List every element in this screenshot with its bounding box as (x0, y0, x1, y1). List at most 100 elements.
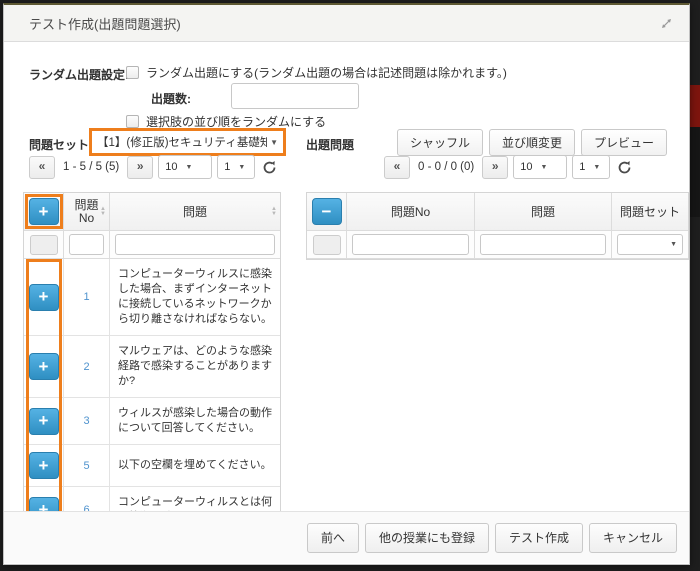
source-page-size-select[interactable]: 10 ▼ (158, 155, 212, 179)
dialog-footer: 前へ 他の授業にも登録 テスト作成 キャンセル (4, 511, 689, 563)
question-set-selected-value: 【1】(修正版)セキュリティ基礎知 (97, 134, 267, 150)
question-set-select[interactable]: 【1】(修正版)セキュリティ基礎知 ▼ (89, 128, 286, 156)
add-question-button[interactable]: + (29, 408, 59, 435)
dialog-title: テスト作成(出題問題選択) (29, 14, 181, 33)
question-count-input[interactable] (231, 83, 359, 109)
source-pager-prev-button[interactable]: « (29, 156, 55, 179)
add-all-button[interactable]: + (29, 198, 59, 225)
header-selected-question-no: 問題No (347, 193, 475, 231)
question-no-link[interactable]: 1 (64, 259, 110, 336)
source-table-header: + 問題No ▲▼ 問題 ▲▼ (24, 193, 280, 231)
reorder-button[interactable]: 並び順変更 (489, 129, 575, 156)
source-pager-range: 1 - 5 / 5 (5) (60, 161, 122, 173)
add-cell: + (24, 336, 64, 398)
chevron-down-icon: ▼ (186, 164, 193, 171)
create-test-button[interactable]: テスト作成 (495, 523, 583, 553)
previous-button[interactable]: 前へ (307, 523, 359, 553)
selected-page-number-select[interactable]: 1 ▼ (572, 155, 610, 179)
background-page-red-strip (690, 85, 700, 127)
plus-icon: + (39, 358, 49, 376)
selected-pager-range: 0 - 0 / 0 (0) (415, 161, 477, 173)
selected-question-table: − 問題No 問題 問題セット (306, 192, 689, 260)
sort-icon: ▲▼ (100, 207, 106, 217)
shuffle-button[interactable]: シャッフル (397, 129, 483, 156)
add-question-button[interactable]: + (29, 284, 59, 311)
question-set-label: 問題セット (29, 136, 89, 153)
filter-selected-set-cell: ▼ (612, 231, 688, 259)
plus-icon: + (39, 203, 49, 221)
filter-selected-question-cell (475, 231, 612, 259)
sort-icon: ▲▼ (271, 207, 277, 217)
filter-selected-question-input[interactable] (480, 234, 606, 255)
add-question-button[interactable]: + (29, 353, 59, 380)
plus-icon: + (39, 412, 49, 430)
source-rows: +1コンピューターウィルスに感染した場合、まずインターネットに接続しているネット… (24, 259, 280, 534)
cancel-button[interactable]: キャンセル (589, 523, 677, 553)
random-question-checkbox-label: ランダム出題にする(ランダム出題の場合は記述問題は除かれます。) (146, 64, 507, 81)
header-question[interactable]: 問題 ▲▼ (110, 193, 280, 231)
header-selected-question-set: 問題セット (612, 193, 688, 231)
filter-question-set-select[interactable]: ▼ (617, 234, 683, 255)
dialog-titlebar: テスト作成(出題問題選択) (4, 5, 689, 42)
background-page-dark-strip (690, 127, 700, 217)
selected-pager-next-button[interactable]: » (482, 156, 508, 179)
plus-icon: + (39, 457, 49, 475)
selected-table-header: − 問題No 問題 問題セット (307, 193, 688, 231)
source-question-table: + 問題No ▲▼ 問題 ▲▼ (23, 192, 281, 535)
register-other-classes-button[interactable]: 他の授業にも登録 (365, 523, 489, 553)
filter-question-input[interactable] (115, 234, 275, 255)
add-all-highlight: + (25, 194, 63, 229)
selected-page-number-value: 1 (579, 161, 585, 173)
question-no-link[interactable]: 5 (64, 445, 110, 487)
question-no-link[interactable]: 2 (64, 336, 110, 398)
header-selected-question: 問題 (475, 193, 612, 231)
header-question-no[interactable]: 問題No ▲▼ (64, 193, 110, 231)
source-table-filter-row (24, 231, 280, 259)
selected-pager-prev-button[interactable]: « (384, 156, 410, 179)
filter-no-cell (64, 231, 110, 259)
question-text: 以下の空欄を埋めてください。 (110, 445, 280, 487)
table-row: +2マルウェアは、どのような感染経路で感染することがありますか? (24, 336, 280, 398)
preview-button[interactable]: プレビュー (581, 129, 667, 156)
dialog-body: ランダム出題設定: ランダム出題にする(ランダム出題の場合は記述問題は除かれます… (4, 42, 689, 563)
selected-page-size-value: 10 (520, 161, 532, 173)
selected-questions-label: 出題問題 (306, 136, 354, 153)
add-question-button[interactable]: + (29, 452, 59, 479)
random-question-checkbox[interactable] (126, 66, 139, 79)
filter-blank-cell (24, 231, 64, 259)
source-page-size-value: 10 (165, 161, 177, 173)
source-pager-next-button[interactable]: » (127, 156, 153, 179)
filter-question-no-input[interactable] (69, 234, 104, 255)
filter-blank-cell (307, 231, 347, 259)
random-question-checkbox-row: ランダム出題にする(ランダム出題の場合は記述問題は除かれます。) (126, 64, 507, 81)
source-refresh-icon[interactable] (260, 158, 278, 176)
table-row: +3ウィルスが感染した場合の動作について回答してください。 (24, 398, 280, 445)
chevron-down-icon: ▼ (541, 164, 548, 171)
add-all-header-cell: + (24, 193, 64, 231)
selected-table-filter-row: ▼ (307, 231, 688, 259)
selected-page-size-select[interactable]: 10 ▼ (513, 155, 567, 179)
minus-icon: − (322, 203, 332, 221)
filter-question-cell (110, 231, 280, 259)
question-text: マルウェアは、どのような感染経路で感染することがありますか? (110, 336, 280, 398)
remove-all-header-cell: − (307, 193, 347, 231)
table-row: +1コンピューターウィルスに感染した場合、まずインターネットに接続しているネット… (24, 259, 280, 336)
selected-questions-toolbar: シャッフル 並び順変更 プレビュー (397, 129, 667, 156)
selected-refresh-icon[interactable] (615, 158, 633, 176)
selected-pager: « 0 - 0 / 0 (0) » 10 ▼ 1 ▼ (384, 155, 633, 179)
shuffle-choices-checkbox[interactable] (126, 115, 139, 128)
add-cell: + (24, 398, 64, 445)
add-cell: + (24, 445, 64, 487)
source-pager: « 1 - 5 / 5 (5) » 10 ▼ 1 ▼ (29, 155, 278, 179)
source-page-number-select[interactable]: 1 ▼ (217, 155, 255, 179)
add-cell: + (24, 259, 64, 336)
remove-all-button[interactable]: − (312, 198, 342, 225)
filter-selected-no-cell (347, 231, 475, 259)
chevron-down-icon: ▼ (270, 138, 278, 147)
plus-icon: + (39, 288, 49, 306)
chevron-down-icon: ▼ (670, 241, 677, 248)
question-no-link[interactable]: 3 (64, 398, 110, 445)
filter-selected-no-input[interactable] (352, 234, 469, 255)
question-text: コンピューターウィルスに感染した場合、まずインターネットに接続しているネットワー… (110, 259, 280, 336)
resize-expand-icon[interactable] (657, 14, 675, 32)
